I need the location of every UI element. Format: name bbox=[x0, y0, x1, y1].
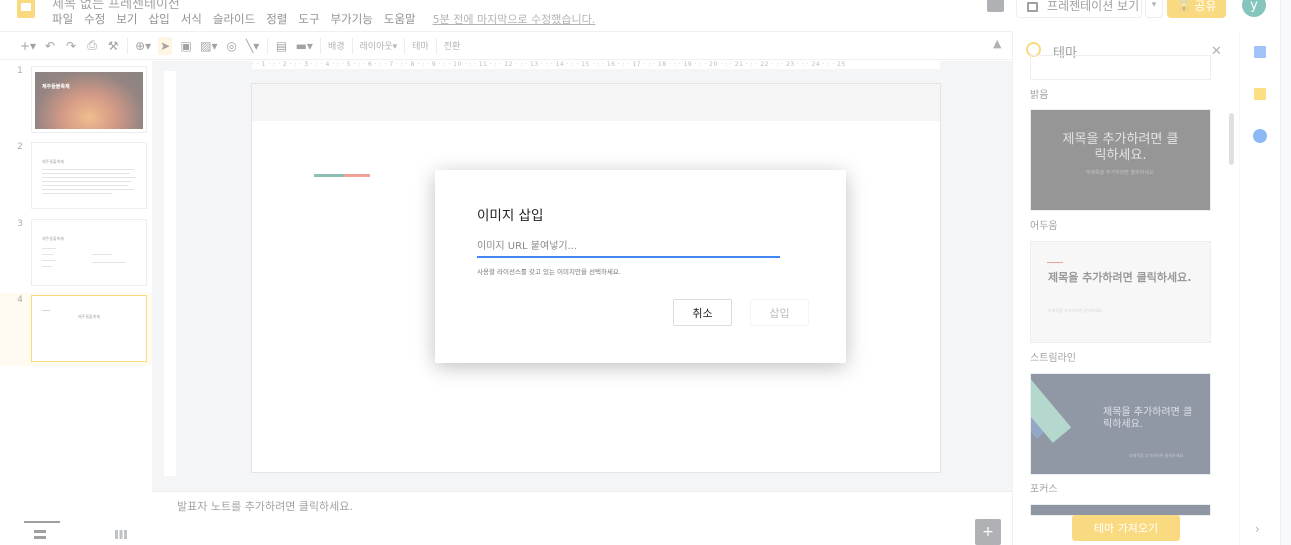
image-url-input[interactable] bbox=[477, 236, 780, 258]
dialog-help-text: 사용할 라이선스를 갖고 있는 이미지만을 선택하세요. bbox=[477, 268, 621, 276]
insert-button[interactable]: 삽입 bbox=[750, 299, 809, 326]
cancel-button[interactable]: 취소 bbox=[673, 299, 732, 326]
dialog-title: 이미지 삽입 bbox=[477, 208, 544, 224]
insert-image-dialog: 이미지 삽입 사용할 라이선스를 갖고 있는 이미지만을 선택하세요. 취소 삽… bbox=[435, 170, 846, 363]
slides-editor: 제목 없는 프레젠테이션 파일 수정 보기 삽입 서식 슬라이드 정렬 도구 부… bbox=[0, 0, 1291, 545]
